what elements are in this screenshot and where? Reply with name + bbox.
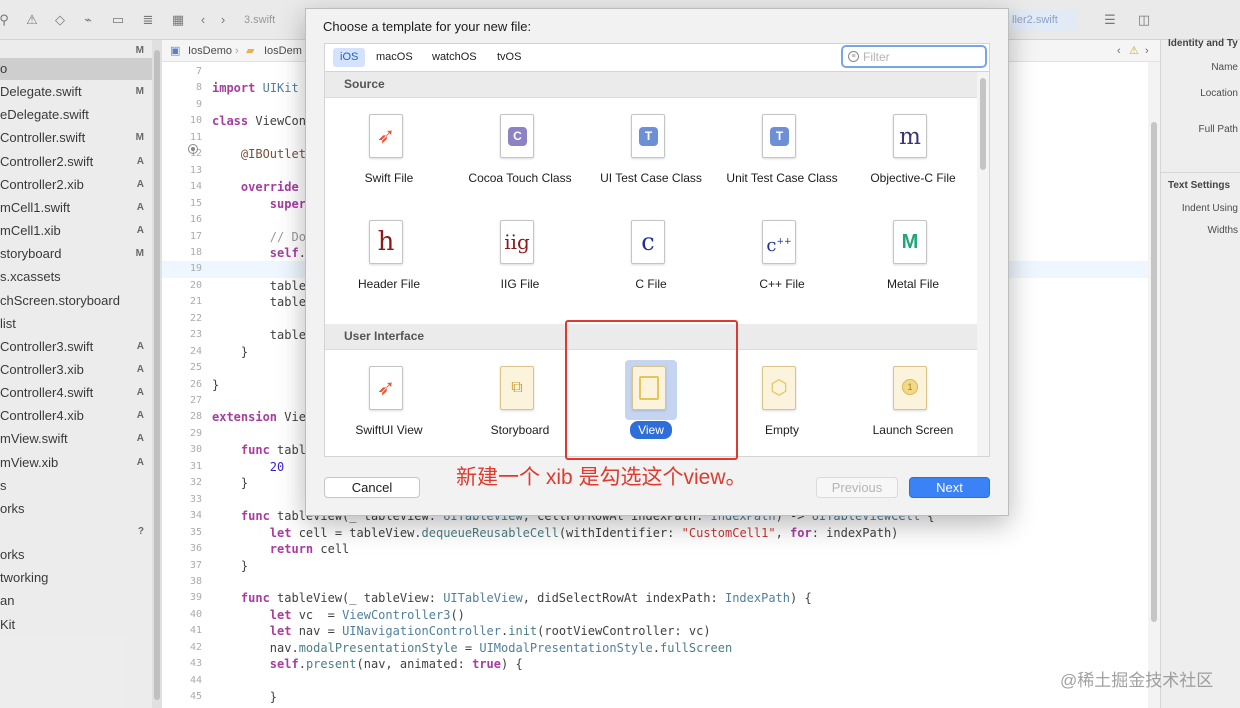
launch-screen-icon: 1 (893, 366, 927, 410)
platform-tab-macos[interactable]: macOS (369, 48, 420, 67)
template-label: Swift File (364, 171, 414, 185)
section-header-source: Source (325, 72, 977, 98)
iig-file-icon: iig (500, 220, 534, 264)
template-list-scrollbar[interactable] (977, 72, 989, 456)
template-header-file[interactable]: h Header File (325, 216, 453, 320)
filter-icon: ≡ (848, 51, 859, 62)
previous-button[interactable]: Previous (816, 477, 898, 498)
empty-icon: ⬡ (762, 366, 796, 410)
section-title: Source (344, 77, 385, 91)
unit-test-case-class-icon: T (762, 114, 796, 158)
ui-test-case-class-icon: T (631, 114, 665, 158)
template-label: IIG File (500, 277, 540, 291)
section-title: User Interface (344, 329, 425, 343)
cancel-button[interactable]: Cancel (324, 477, 420, 498)
header-file-icon: h (369, 220, 403, 264)
template-objective-c-file[interactable]: m Objective-C File (849, 110, 977, 214)
cpp-file-icon: c++ (762, 220, 796, 264)
template-c-file[interactable]: c C File (587, 216, 715, 320)
highlight-box (565, 320, 738, 460)
metal-file-icon: M (893, 220, 927, 264)
template-label: Header File (357, 277, 421, 291)
template-label: SwiftUI View (355, 423, 423, 437)
annotation-text: 新建一个 xib 是勾选这个view。 (456, 466, 747, 489)
swift-file-icon: ➶ (369, 114, 403, 158)
template-launch-screen[interactable]: 1 Launch Screen (849, 362, 977, 456)
template-label: Objective-C File (870, 171, 956, 185)
template-label: C File (635, 277, 667, 291)
template-label: Unit Test Case Class (726, 171, 838, 185)
objective-c-file-icon: m (893, 114, 927, 158)
c-file-icon: c (631, 220, 665, 264)
storyboard-icon: ⧉ (500, 366, 534, 410)
dialog-title: Choose a template for your new file: (323, 19, 532, 34)
template-label: Cocoa Touch Class (468, 171, 572, 185)
cocoa-touch-class-icon: C (500, 114, 534, 158)
template-label: Launch Screen (872, 423, 954, 437)
next-button[interactable]: Next (909, 477, 990, 498)
filter-placeholder: Filter (863, 50, 890, 64)
template-label: Metal File (886, 277, 939, 291)
template-metal-file[interactable]: M Metal File (849, 216, 977, 320)
watermark: @稀土掘金技术社区 (1060, 671, 1214, 690)
template-cocoa-touch-class[interactable]: C Cocoa Touch Class (456, 110, 584, 214)
template-swift-file[interactable]: ➶ Swift File (325, 110, 453, 214)
template-cpp-file[interactable]: c++ C++ File (718, 216, 846, 320)
template-ui-test-case-class[interactable]: T UI Test Case Class (587, 110, 715, 214)
platform-tab-watchos[interactable]: watchOS (425, 48, 484, 67)
template-swiftui-view[interactable]: ➶ SwiftUI View (325, 362, 453, 456)
swiftui-view-icon: ➶ (369, 366, 403, 410)
template-label: C++ File (759, 277, 805, 291)
filter-field[interactable]: ≡ Filter (841, 45, 987, 68)
template-unit-test-case-class[interactable]: T Unit Test Case Class (718, 110, 846, 214)
template-iig-file[interactable]: iig IIG File (456, 216, 584, 320)
platform-tab-ios[interactable]: iOS (333, 48, 366, 67)
template-label: UI Test Case Class (600, 171, 702, 185)
platform-tab-tvos[interactable]: tvOS (490, 48, 528, 67)
